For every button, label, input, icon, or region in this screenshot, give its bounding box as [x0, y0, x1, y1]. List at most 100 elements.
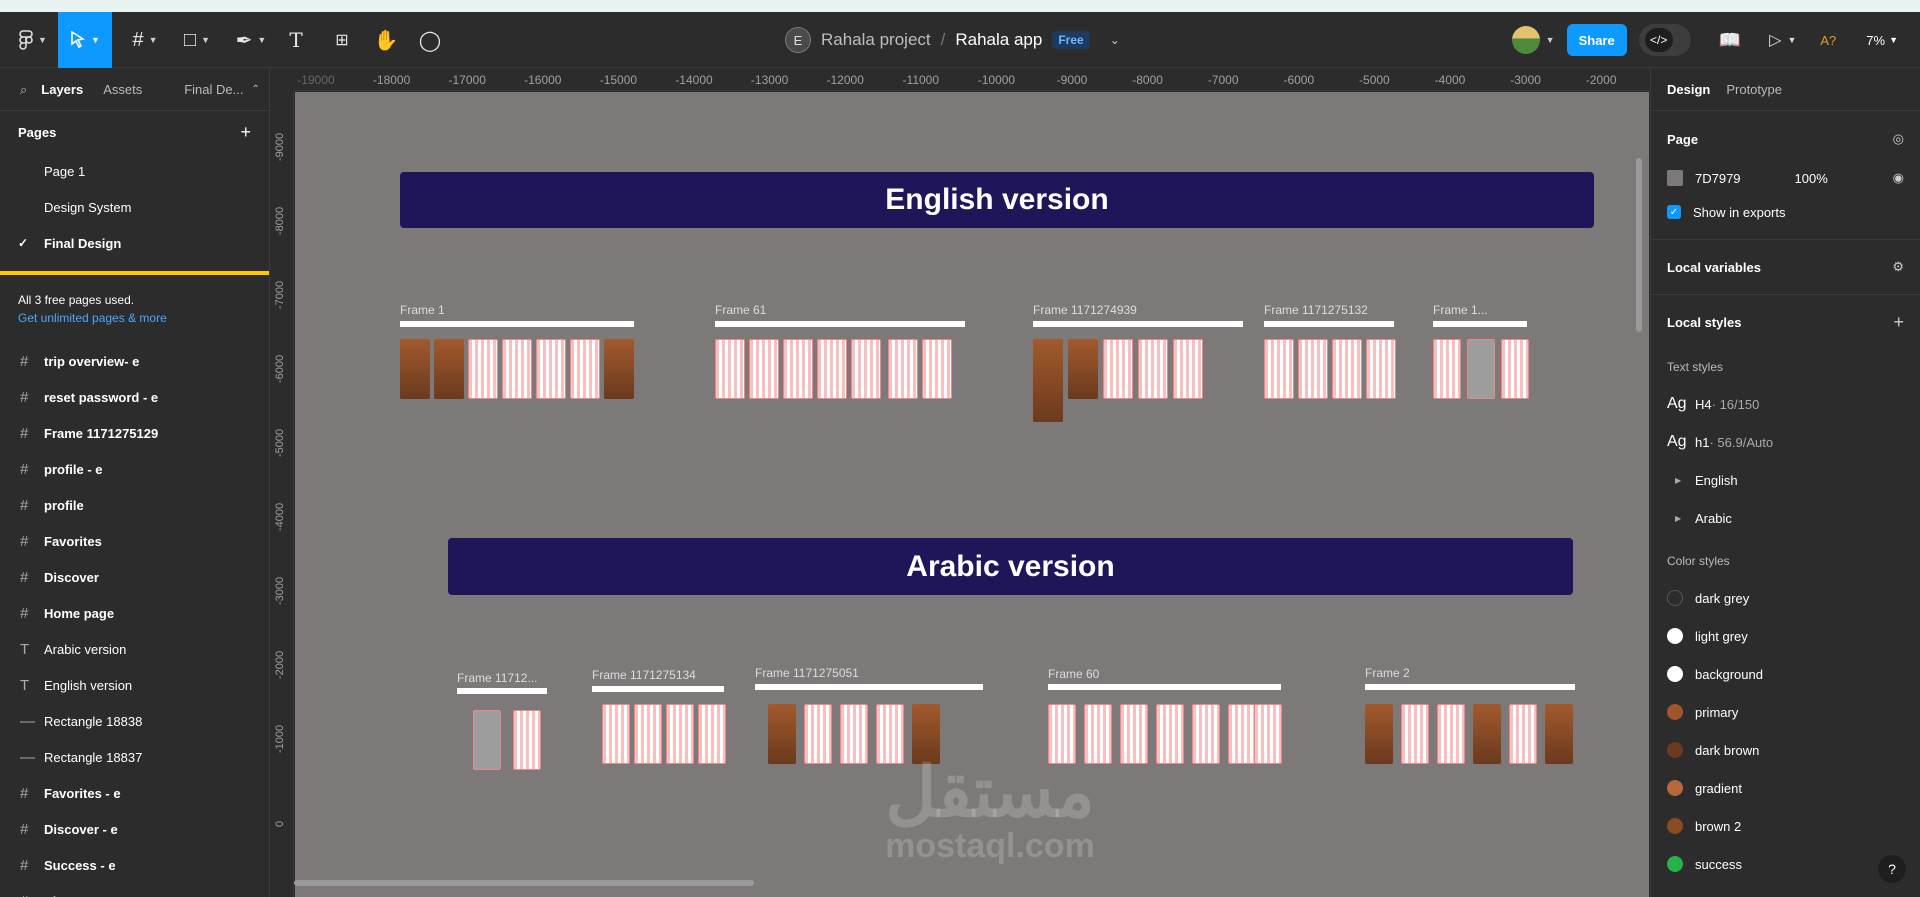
layer-item[interactable]: # Discover - e — [0, 811, 269, 847]
shape-tool-button[interactable]: □ ▼ — [176, 12, 218, 68]
local-variables-row[interactable]: Local variables ⚙ — [1667, 240, 1904, 294]
page-switcher[interactable]: Final De... — [184, 82, 243, 97]
main-menu-button[interactable]: ▼ — [12, 12, 54, 68]
english-version-banner[interactable]: English version — [400, 172, 1594, 228]
screen-thumbnail[interactable] — [570, 339, 600, 399]
layer-item[interactable]: # Frame 1171275129 — [0, 415, 269, 451]
screen-thumbnail[interactable] — [1173, 339, 1203, 399]
page-item[interactable]: Page 1 — [0, 153, 269, 189]
screen-thumbnail[interactable] — [604, 339, 634, 399]
page-item[interactable]: Design System — [0, 189, 269, 225]
frame-label[interactable]: Frame 1171274939 — [1033, 303, 1137, 317]
upgrade-link[interactable]: Get unlimited pages & more — [18, 311, 167, 325]
screen-thumbnail[interactable] — [1033, 339, 1063, 422]
layer-item[interactable]: # Sign Up - e — [0, 883, 269, 897]
layer-item[interactable]: # Favorites — [0, 523, 269, 559]
tab-assets[interactable]: Assets — [103, 82, 142, 97]
text-style-row[interactable]: Ag h1 · 56.9/Auto — [1667, 423, 1904, 461]
layer-item[interactable]: # trip overview- e — [0, 343, 269, 379]
present-button[interactable]: ▷ ▼ — [1769, 30, 1796, 50]
frame-label[interactable]: Frame 1 — [400, 303, 445, 317]
screen-thumbnail[interactable] — [1437, 704, 1465, 764]
screen-thumbnail[interactable] — [922, 339, 952, 399]
screen-thumbnail[interactable] — [602, 704, 630, 764]
screen-thumbnail[interactable] — [468, 339, 498, 399]
resources-tool-button[interactable]: ⊞ — [330, 12, 354, 68]
color-style-row[interactable]: light grey — [1667, 617, 1904, 655]
screen-thumbnail[interactable] — [1298, 339, 1328, 399]
variables-settings-icon[interactable]: ⚙ — [1892, 259, 1904, 275]
screen-thumbnail[interactable] — [1228, 704, 1256, 764]
add-page-plus-icon[interactable]: + — [240, 122, 251, 143]
screen-thumbnail[interactable] — [1120, 704, 1148, 764]
layer-item[interactable]: # Home page — [0, 595, 269, 631]
layer-item[interactable]: # Discover — [0, 559, 269, 595]
screen-thumbnail[interactable] — [715, 339, 745, 399]
screen-thumbnail[interactable] — [400, 339, 430, 399]
screen-thumbnail[interactable] — [1401, 704, 1429, 764]
ai-assist-button[interactable]: A? — [1820, 33, 1836, 48]
color-style-row[interactable]: primary — [1667, 693, 1904, 731]
frame-label[interactable]: Frame 2 — [1365, 666, 1410, 680]
screen-thumbnail[interactable] — [1467, 339, 1495, 399]
layer-item[interactable]: # Success - e — [0, 847, 269, 883]
layer-item[interactable]: # Favorites - e — [0, 775, 269, 811]
zoom-button[interactable]: 7% ▼ — [1866, 33, 1898, 48]
frame-label[interactable]: Frame 61 — [715, 303, 766, 317]
screen-thumbnail[interactable] — [1545, 704, 1573, 764]
layer-item[interactable]: — Rectangle 18838 — [0, 703, 269, 739]
eye-icon[interactable]: ◉ — [1893, 170, 1904, 186]
screen-thumbnail[interactable] — [851, 339, 881, 399]
screen-thumbnail[interactable] — [1433, 339, 1461, 399]
page-color-swatch[interactable] — [1667, 170, 1683, 186]
move-tool-button[interactable]: ▼ — [58, 12, 112, 68]
screen-thumbnail[interactable] — [1156, 704, 1184, 764]
color-style-row[interactable]: success — [1667, 845, 1904, 883]
text-tool-button[interactable]: T — [284, 12, 308, 68]
screen-thumbnail[interactable] — [840, 704, 868, 764]
file-name[interactable]: Rahala app — [955, 30, 1042, 50]
screen-thumbnail[interactable] — [783, 339, 813, 399]
screen-thumbnail[interactable] — [888, 339, 918, 399]
text-style-row[interactable]: Ag H4 · 16/150 — [1667, 385, 1904, 423]
screen-thumbnail[interactable] — [1332, 339, 1362, 399]
page-item-selected[interactable]: ✓ Final Design — [0, 225, 269, 261]
search-icon[interactable]: ⌕ — [20, 82, 27, 98]
screen-thumbnail[interactable] — [513, 710, 541, 770]
color-style-row[interactable]: dark grey — [1667, 579, 1904, 617]
color-style-row[interactable]: background — [1667, 655, 1904, 693]
chevron-up-icon[interactable]: ⌃ — [251, 84, 259, 95]
page-opacity-value[interactable]: 100% — [1795, 171, 1828, 186]
frame-label[interactable]: Frame 1171275051 — [755, 666, 859, 680]
frame-label[interactable]: Frame 1... — [1433, 303, 1488, 317]
library-button[interactable]: 📖 — [1719, 30, 1741, 51]
screen-thumbnail[interactable] — [536, 339, 566, 399]
screen-thumbnail[interactable] — [502, 339, 532, 399]
frame-label[interactable]: Frame 11712... — [457, 671, 537, 685]
style-group-row[interactable]: ▶ English — [1667, 461, 1904, 499]
share-button[interactable]: Share — [1566, 24, 1627, 56]
screen-thumbnail[interactable] — [1366, 339, 1396, 399]
screen-thumbnail[interactable] — [698, 704, 726, 764]
tab-prototype[interactable]: Prototype — [1726, 82, 1782, 97]
frame-label[interactable]: Frame 1171275132 — [1264, 303, 1368, 317]
style-group-row[interactable]: ▶ Arabic — [1667, 499, 1904, 537]
arabic-version-banner[interactable]: Arabic version — [448, 538, 1573, 595]
screen-thumbnail[interactable] — [634, 704, 662, 764]
project-name[interactable]: Rahala project — [821, 30, 931, 50]
screen-thumbnail[interactable] — [1365, 704, 1393, 764]
page-fill-row[interactable]: 7D7979 100% ◉ — [1667, 161, 1904, 195]
screen-thumbnail[interactable] — [1473, 704, 1501, 764]
color-style-row[interactable]: dark brown — [1667, 731, 1904, 769]
layer-item[interactable]: T Arabic version — [0, 631, 269, 667]
layer-item[interactable]: — Rectangle 18837 — [0, 739, 269, 775]
screen-thumbnail[interactable] — [473, 710, 501, 770]
file-menu-chevron-icon[interactable]: ⌄ — [1110, 33, 1120, 47]
screen-thumbnail[interactable] — [817, 339, 847, 399]
tab-design[interactable]: Design — [1667, 82, 1710, 97]
page-color-value[interactable]: 7D7979 — [1695, 171, 1741, 186]
dev-mode-toggle[interactable]: </> — [1638, 24, 1691, 56]
layer-item[interactable]: # reset password - e — [0, 379, 269, 415]
screen-thumbnail[interactable] — [434, 339, 464, 399]
user-avatar[interactable]: E — [785, 27, 811, 53]
